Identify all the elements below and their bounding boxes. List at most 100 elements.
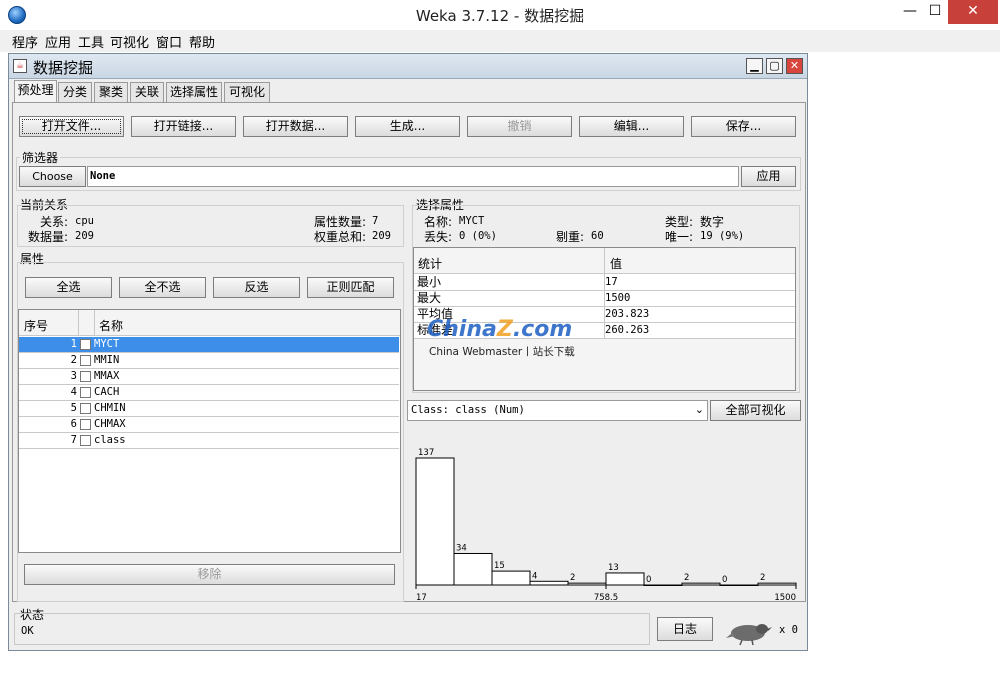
statistics-table-header: 统计 值 <box>414 248 795 274</box>
frame-maximize-button[interactable]: ▢ <box>766 58 783 74</box>
histogram-bar-label: 0 <box>722 575 727 585</box>
histogram-bar <box>491 570 531 586</box>
frame-close-button[interactable]: ✕ <box>786 58 803 74</box>
col-statistic-header: 统计 <box>418 257 443 271</box>
menu-help[interactable]: 帮助 <box>189 32 215 51</box>
tab-select-attributes[interactable]: 选择属性 <box>166 82 222 102</box>
relation-name-value: cpu <box>75 215 94 227</box>
histogram-bar <box>529 580 569 586</box>
attribute-checkbox[interactable] <box>80 435 91 446</box>
close-button[interactable]: ✕ <box>948 0 998 24</box>
attributes-table-header: 序号 名称 <box>19 310 400 336</box>
histogram-bar-label: 13 <box>608 563 619 573</box>
histogram-tick-label: 1500 <box>774 593 796 603</box>
status-count: x 0 <box>779 624 798 636</box>
instances-label: 数据量: <box>28 230 69 244</box>
pattern-button[interactable]: 正则匹配 <box>307 277 394 298</box>
histogram-bar-label: 0 <box>646 575 651 585</box>
instances-value: 209 <box>75 230 94 242</box>
attribute-row[interactable]: 3 MMAX <box>19 369 399 385</box>
menu-tools[interactable]: 工具 <box>78 32 104 51</box>
menu-bar <box>0 30 1000 52</box>
attribute-row[interactable]: 2 MMIN <box>19 353 399 369</box>
filter-field[interactable]: None <box>87 166 739 187</box>
attribute-checkbox[interactable] <box>80 339 91 350</box>
save-button[interactable]: 保存... <box>691 116 796 137</box>
menu-visualization[interactable]: 可视化 <box>110 32 149 51</box>
open-file-button[interactable]: 打开文件... <box>19 116 124 137</box>
histogram-bar-label: 2 <box>570 573 575 583</box>
attributes-count-value: 7 <box>372 215 379 227</box>
status-text: OK <box>21 625 34 637</box>
sum-weights-value: 209 <box>372 230 391 242</box>
tab-classify[interactable]: 分类 <box>58 82 92 102</box>
filter-value: None <box>90 170 116 182</box>
histogram-tick-label: 17 <box>416 593 427 603</box>
class-select[interactable]: Class: class (Num) ⌄ <box>407 400 708 421</box>
histogram-bar-label: 2 <box>760 573 765 583</box>
selected-name-value: MYCT <box>459 215 485 227</box>
menu-program[interactable]: 程序 <box>12 32 38 51</box>
attribute-checkbox[interactable] <box>80 403 91 414</box>
filter-apply-button[interactable]: 应用 <box>741 166 796 187</box>
histogram-bar-label: 15 <box>494 561 505 571</box>
java-icon: ☕ <box>13 59 27 73</box>
attribute-checkbox[interactable] <box>80 387 91 398</box>
tab-associate[interactable]: 关联 <box>130 82 164 102</box>
frame-title: 数据挖掘 <box>33 59 94 77</box>
distinct-value: 60 <box>591 230 604 242</box>
remove-button[interactable]: 移除 <box>24 564 395 585</box>
col-name-header: 名称 <box>99 319 124 333</box>
frame-minimize-button[interactable]: ▁ <box>746 58 763 74</box>
select-none-button[interactable]: 全不选 <box>119 277 206 298</box>
sum-weights-label: 权重总和: <box>314 230 367 244</box>
missing-label: 丢失: <box>424 230 453 244</box>
generate-button[interactable]: 生成... <box>355 116 460 137</box>
chevron-down-icon: ⌄ <box>694 403 704 416</box>
histogram-bar <box>605 572 645 586</box>
open-db-button[interactable]: 打开数据... <box>243 116 348 137</box>
open-url-button[interactable]: 打开链接... <box>131 116 236 137</box>
attribute-checkbox[interactable] <box>80 371 91 382</box>
select-all-button[interactable]: 全选 <box>25 277 112 298</box>
menu-windows[interactable]: 窗口 <box>156 32 182 51</box>
weka-bird-icon <box>726 624 772 646</box>
tab-preprocess[interactable]: 预处理 <box>14 80 57 103</box>
frame-titlebar <box>9 54 807 79</box>
window-title: Weka 3.7.12 - 数据挖掘 <box>415 7 585 25</box>
attribute-row[interactable]: 5 CHMIN <box>19 401 399 417</box>
attribute-row[interactable]: 7 class <box>19 433 399 449</box>
attribute-row[interactable]: 6 CHMAX <box>19 417 399 433</box>
filter-title: 筛选器 <box>20 149 61 166</box>
attribute-checkbox[interactable] <box>80 419 91 430</box>
invert-selection-button[interactable]: 反选 <box>213 277 300 298</box>
maximize-button[interactable]: ☐ <box>920 0 950 24</box>
visualize-all-button[interactable]: 全部可视化 <box>710 400 801 421</box>
filter-choose-button[interactable]: Choose <box>19 166 86 187</box>
tab-cluster[interactable]: 聚类 <box>94 82 128 102</box>
attribute-checkbox[interactable] <box>80 355 91 366</box>
menu-applications[interactable]: 应用 <box>45 32 71 51</box>
attribute-row[interactable]: 1 MYCT <box>19 337 399 353</box>
histogram-chart: 137 34 15 4 2 13 0 2 0 2 17 758.5 1500 <box>415 448 797 603</box>
unique-value: 19 (9%) <box>700 230 745 242</box>
tab-visualize[interactable]: 可视化 <box>224 82 270 102</box>
log-button[interactable]: 日志 <box>657 617 713 641</box>
watermark-logo: ChinaZ.com <box>427 317 573 342</box>
col-value-header: 值 <box>610 257 623 271</box>
attribute-row[interactable]: 4 CACH <box>19 385 399 401</box>
histogram-bar-label: 4 <box>532 571 537 581</box>
status-group <box>14 613 650 645</box>
histogram-bar-label: 137 <box>418 448 434 458</box>
undo-button[interactable]: 撤销 <box>467 116 572 137</box>
missing-value: 0 (0%) <box>459 230 497 242</box>
histogram-bar-label: 34 <box>456 543 467 553</box>
class-select-value: Class: class (Num) <box>411 404 525 416</box>
selected-type-value: 数字 <box>700 215 725 229</box>
col-no-header: 序号 <box>24 319 49 333</box>
edit-button[interactable]: 编辑... <box>579 116 684 137</box>
histogram-bar <box>415 457 455 586</box>
watermark-text: China Webmaster丨站长下载 <box>429 346 575 358</box>
distinct-label: 剔重: <box>556 230 585 244</box>
unique-label: 唯一: <box>665 230 694 244</box>
